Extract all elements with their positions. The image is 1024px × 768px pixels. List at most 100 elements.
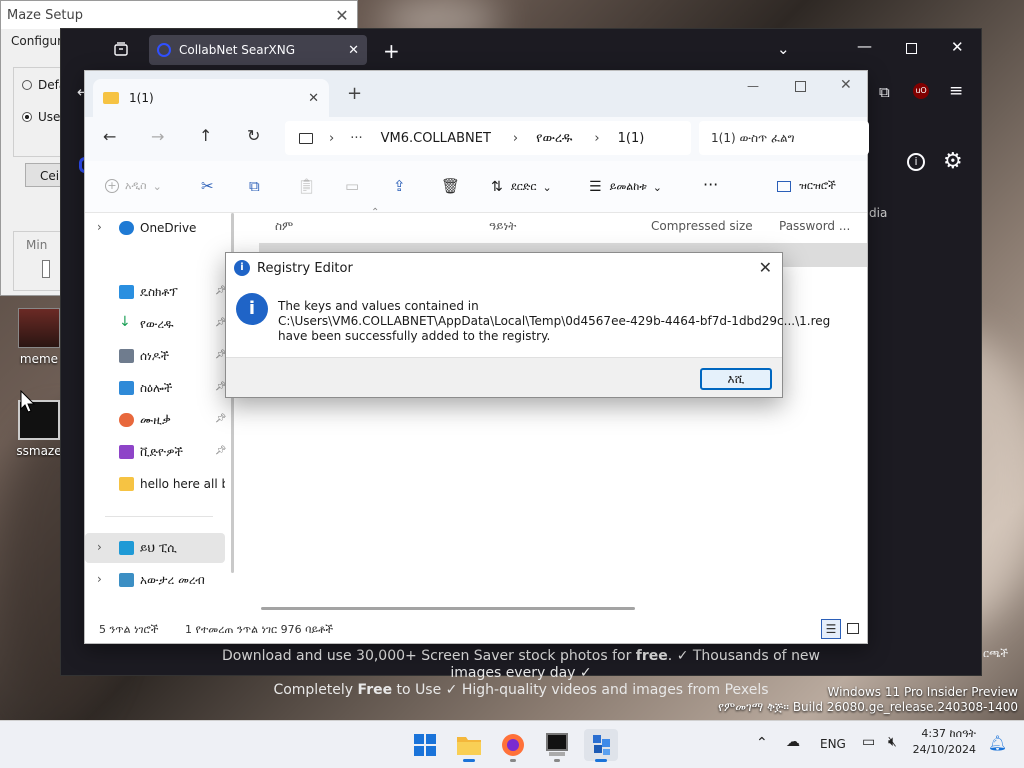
settings-gear-icon[interactable]: ⚙ — [943, 149, 963, 174]
sidebar-item-desktop[interactable]: ዴስክቶፕ 📌︎ — [85, 277, 226, 307]
column-header-type[interactable]: ዓይነት — [489, 219, 516, 234]
maximize-icon[interactable] — [906, 43, 917, 54]
column-header-compressed-size[interactable]: Compressed size — [651, 219, 753, 233]
chevron-right-icon[interactable]: › — [97, 540, 102, 554]
running-indicator — [510, 759, 516, 762]
close-icon[interactable]: ✕ — [327, 6, 357, 25]
search-input[interactable]: 1(1) ውስጥ ፈልግ — [699, 121, 869, 155]
refresh-icon[interactable]: ↻ — [247, 126, 260, 145]
results-tab-label[interactable]: dia — [869, 206, 887, 220]
minimize-icon[interactable]: — — [857, 37, 872, 55]
file-explorer-taskbar-icon[interactable] — [452, 729, 486, 762]
clock[interactable]: 4:37 ከሰዓት 24/10/2024 — [910, 726, 976, 758]
details-view-icon[interactable]: ☰ — [821, 619, 841, 639]
notification-bell-icon[interactable]: 🔔︎ — [988, 734, 1007, 752]
sidebar-item-videos[interactable]: ቪድዮዎች 📌︎ — [85, 437, 226, 467]
delete-icon[interactable]: 🗑︎ — [441, 177, 460, 195]
sort-button[interactable]: ⇅ ደርድር ⌄ — [491, 179, 552, 195]
new-tab-icon[interactable]: + — [383, 39, 400, 63]
chevron-up-icon[interactable]: ⌃ — [756, 735, 768, 751]
chevron-right-icon[interactable]: › — [97, 572, 102, 586]
download-icon: ↓ — [119, 314, 131, 330]
pin-icon[interactable]: 📌︎ — [215, 318, 226, 329]
breadcrumb-item[interactable]: 1(1) — [618, 131, 645, 146]
minimize-icon[interactable]: — — [747, 79, 759, 93]
radio-user[interactable]: Use — [22, 110, 60, 124]
sidebar-item-documents[interactable]: ሰነዶች 📌︎ — [85, 341, 226, 371]
status-bar: 5 ንጥል ነገሮች 1 የተመረጠ ንጥል ነገር 976 ባይቶች ☰ — [85, 615, 867, 643]
sidebar-item-music[interactable]: ሙዚቃ 📌︎ — [85, 405, 226, 435]
info-icon[interactable]: i — [907, 153, 925, 171]
maze-setup-titlebar[interactable]: Maze Setup ✕ — [1, 1, 357, 29]
close-window-icon[interactable]: ✕ — [951, 38, 964, 56]
copy-icon[interactable]: ⧉ — [249, 177, 260, 195]
input-language[interactable]: ENG — [820, 737, 846, 751]
chevron-down-icon[interactable]: ⌄ — [777, 40, 790, 58]
folder-icon — [119, 477, 134, 491]
dialog-titlebar[interactable]: i Registry Editor ✕ — [226, 253, 782, 283]
close-window-icon[interactable]: ✕ — [840, 77, 852, 93]
pexels-text: Completely — [273, 682, 358, 698]
ublock-icon[interactable]: uO — [913, 83, 929, 99]
breadcrumb-item[interactable]: VM6.COLLABNET — [381, 131, 491, 146]
view-list-icon: ☰ — [589, 179, 602, 195]
tab-overview-icon[interactable] — [113, 41, 129, 57]
more-icon[interactable]: ··· — [350, 131, 362, 146]
sidebar-item-downloads[interactable]: ↓ የውረዱ 📌︎ — [85, 309, 226, 339]
ok-button[interactable]: እሺ — [700, 368, 772, 390]
sidebar-item-this-pc[interactable]: › ይህ ፒሲ — [85, 533, 225, 563]
sidebar-item-folder[interactable]: hello here all bro — [85, 469, 225, 499]
pin-icon[interactable]: 📌︎ — [215, 286, 226, 297]
pin-icon[interactable]: 📌︎ — [215, 446, 226, 457]
pin-icon[interactable]: 📌︎ — [215, 414, 226, 425]
speed-slider-thumb[interactable] — [42, 260, 50, 278]
paste-icon[interactable]: 📋︎ — [297, 177, 316, 195]
extensions-icon[interactable]: ⧉ — [879, 83, 890, 101]
close-tab-icon[interactable]: ✕ — [308, 91, 319, 106]
network-disconnected-icon[interactable]: ☁︎ — [786, 734, 800, 750]
registry-editor-dialog[interactable]: i Registry Editor ✕ i The keys and value… — [225, 252, 830, 398]
rename-icon[interactable]: ▭ — [345, 177, 359, 195]
tiles-view-icon[interactable] — [847, 623, 859, 634]
column-header-name[interactable]: ስም — [275, 219, 293, 234]
breadcrumb-item[interactable]: የውረዱ — [536, 131, 572, 146]
new-tab-icon[interactable]: + — [347, 83, 362, 104]
browser-tab[interactable]: CollabNet SearXNG ✕ — [149, 35, 367, 65]
new-button[interactable]: + አዲስ ⌄ — [105, 179, 162, 193]
start-button[interactable] — [408, 729, 442, 761]
cut-icon[interactable]: ✂ — [201, 177, 214, 195]
ceiling-button[interactable]: Ceili — [25, 163, 66, 187]
forward-icon[interactable]: → — [151, 127, 164, 146]
details-pane-label: ዝርዝሮች — [799, 179, 836, 192]
registry-editor-taskbar-icon[interactable] — [584, 729, 618, 762]
details-pane-button[interactable]: ዝርዝሮች — [777, 179, 836, 193]
close-tab-icon[interactable]: ✕ — [348, 43, 359, 58]
explorer-tab[interactable]: 1(1) ✕ — [93, 79, 329, 117]
screensaver-taskbar-icon[interactable] — [540, 729, 574, 762]
column-header-password[interactable]: Password ... — [779, 219, 850, 233]
display-icon[interactable]: ▭ — [862, 734, 875, 750]
sort-button-label: ደርድር — [510, 180, 537, 193]
sidebar-item-pictures[interactable]: ስዕሎች 📌︎ — [85, 373, 226, 403]
close-icon[interactable]: ✕ — [759, 258, 772, 277]
maximize-icon[interactable] — [795, 81, 806, 92]
view-button[interactable]: ☰ ይመልከቱ ⌄ — [589, 179, 662, 195]
horizontal-scrollbar[interactable] — [261, 607, 635, 610]
more-options-icon[interactable]: ··· — [703, 175, 718, 194]
up-icon[interactable]: ↑ — [199, 126, 212, 145]
sidebar-item-network[interactable]: › አውታረ መረብ — [85, 565, 225, 595]
pin-icon[interactable]: 📌︎ — [215, 382, 226, 393]
share-icon[interactable]: ⇪ — [393, 177, 406, 195]
sidebar-item-onedrive[interactable]: › OneDrive — [85, 213, 225, 243]
menu-icon[interactable]: ≡ — [949, 81, 963, 101]
firefox-taskbar-icon[interactable] — [496, 729, 530, 762]
network-icon — [119, 573, 134, 587]
volume-muted-icon[interactable]: 🔇︎ — [888, 734, 897, 750]
address-bar[interactable]: › ··· VM6.COLLABNET › የውረዱ › 1(1) — [285, 121, 691, 155]
back-icon[interactable]: ← — [103, 127, 116, 146]
chevron-right-icon[interactable]: › — [97, 220, 102, 234]
pin-icon[interactable]: 📌︎ — [215, 350, 226, 361]
cloud-icon — [119, 221, 134, 235]
sidebar-item-label: ይህ ፒሲ — [140, 541, 177, 555]
dialog-title: Registry Editor — [257, 260, 353, 276]
